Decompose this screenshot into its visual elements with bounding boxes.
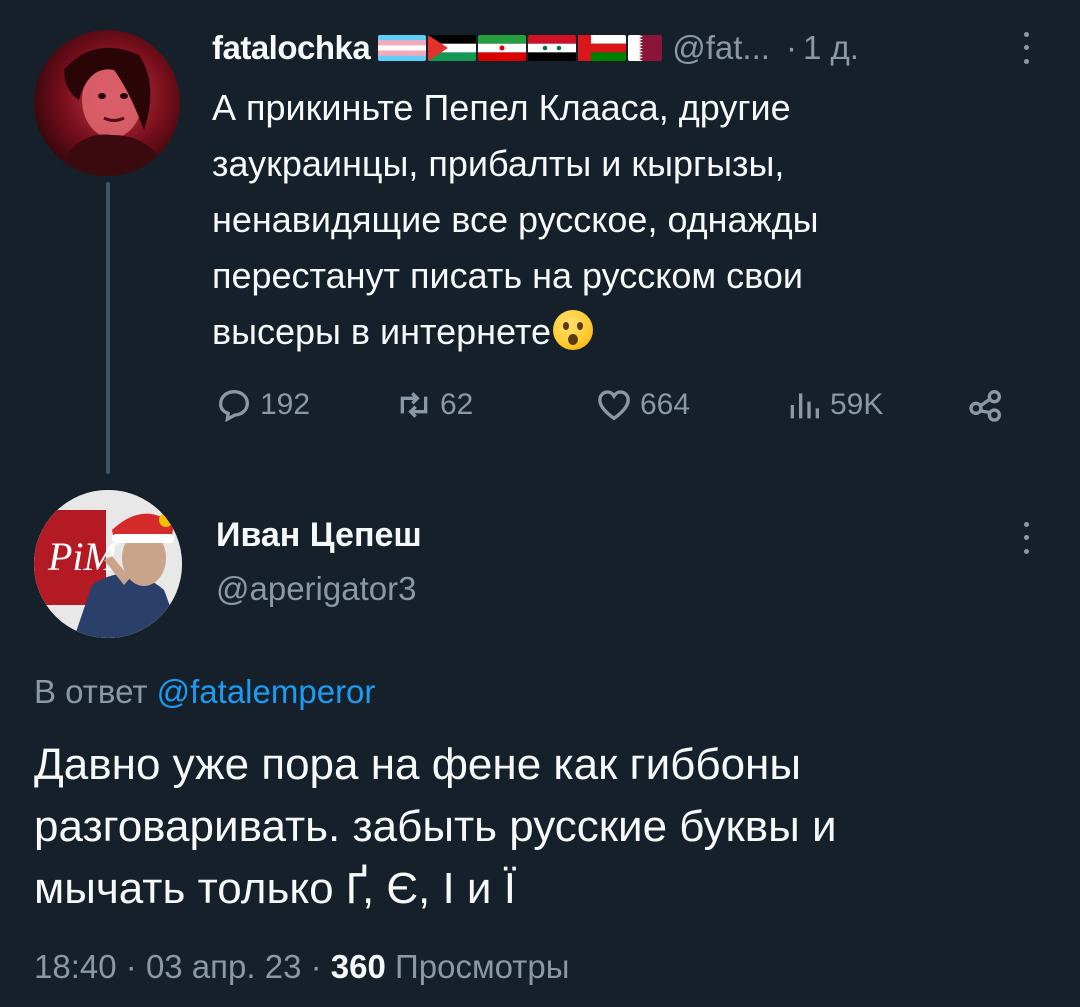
handle[interactable]: @aperigator3 <box>216 570 416 608</box>
reply-prefix: В ответ <box>34 673 148 710</box>
timestamp[interactable]: 18:40 <box>34 948 117 985</box>
avatar-photo <box>54 47 169 176</box>
display-name[interactable]: Иван Цепеш <box>216 516 422 555</box>
timestamp[interactable]: 1 д. <box>803 29 859 67</box>
retweet-icon <box>400 392 428 418</box>
view-count: 360 <box>330 948 386 985</box>
palestine-flag-icon <box>428 35 477 61</box>
bar-chart-icon <box>790 393 819 419</box>
oman-flag-icon <box>578 35 627 61</box>
qatar-flag-icon <box>628 35 663 61</box>
reply-mention-link[interactable]: @fatalemperor <box>157 673 376 710</box>
heart-icon <box>598 390 630 421</box>
tweet-text-line: Давно уже пора на фене как гиббоны <box>34 740 801 789</box>
display-name[interactable]: fatalochka <box>212 29 371 67</box>
avatar[interactable] <box>34 30 180 176</box>
retweet-count: 62 <box>440 388 474 421</box>
share-button[interactable] <box>966 380 1006 430</box>
views-count: 59K <box>830 388 884 421</box>
tweet-action-bar: 192 62 664 59K <box>214 380 1014 430</box>
more-options-icon[interactable] <box>1014 28 1038 68</box>
tweet-text-line: высеры в интернете <box>212 311 551 352</box>
tweet-text-line-last: высеры в интернете <box>212 304 972 360</box>
retweet-button[interactable]: 62 <box>394 380 473 430</box>
reply-count: 192 <box>260 388 311 421</box>
separator-dot: · <box>310 948 322 985</box>
views-button[interactable]: 59K <box>784 380 883 430</box>
like-button[interactable]: 664 <box>594 380 690 430</box>
share-icon <box>969 390 1001 422</box>
more-options-icon[interactable] <box>1014 518 1038 558</box>
flag-emoji-list <box>378 35 663 61</box>
tweet-text-line: мычать только Ґ, Є, І и Ї <box>34 864 516 913</box>
reply-button[interactable]: 192 <box>214 380 310 430</box>
tweet-thread-page: fatalochka @fat... · 1 д. А прикиньте Пе… <box>0 0 1080 1007</box>
tweet-text-line: разговаривать. забыть русские буквы и <box>34 802 837 851</box>
like-count: 664 <box>640 388 691 421</box>
tweet-text-line: перестанут писать на русском свои <box>212 255 804 296</box>
avatar[interactable]: PiM <box>34 490 182 638</box>
syria-flag-icon <box>528 35 577 61</box>
tweet-text-line: А прикиньте Пепел Клааса, другие <box>212 87 791 128</box>
tweet-text-line: ненавидящие все русское, однажды <box>212 199 819 240</box>
iran-flag-icon <box>478 35 527 61</box>
views-label: Просмотры <box>395 948 570 985</box>
avatar-photo: PiM <box>34 490 182 638</box>
trans-flag-icon <box>378 35 427 61</box>
date[interactable]: 03 апр. 23 <box>146 948 302 985</box>
separator-dot: · <box>785 29 797 66</box>
tweet-header: fatalochka @fat... · 1 д. <box>212 26 859 70</box>
reply-bubble-icon <box>218 389 250 423</box>
handle[interactable]: @fat... <box>672 29 770 67</box>
tweet-text-line: заукраинцы, прибалты и кыргызы, <box>212 143 785 184</box>
tweet-text: Давно уже пора на фене как гиббоны разго… <box>34 734 1044 920</box>
svg-text:PiM: PiM <box>47 534 120 579</box>
thread-connector-line <box>106 182 110 474</box>
hushed-face-emoji-icon <box>552 310 593 350</box>
tweet-metadata: 18:40 · 03 апр. 23 · 360 Просмотры <box>34 948 569 986</box>
reply-context: В ответ @fatalemperor <box>34 673 375 711</box>
separator-dot: · <box>125 948 137 985</box>
tweet-text: А прикиньте Пепел Клааса, другие заукраи… <box>212 80 972 360</box>
